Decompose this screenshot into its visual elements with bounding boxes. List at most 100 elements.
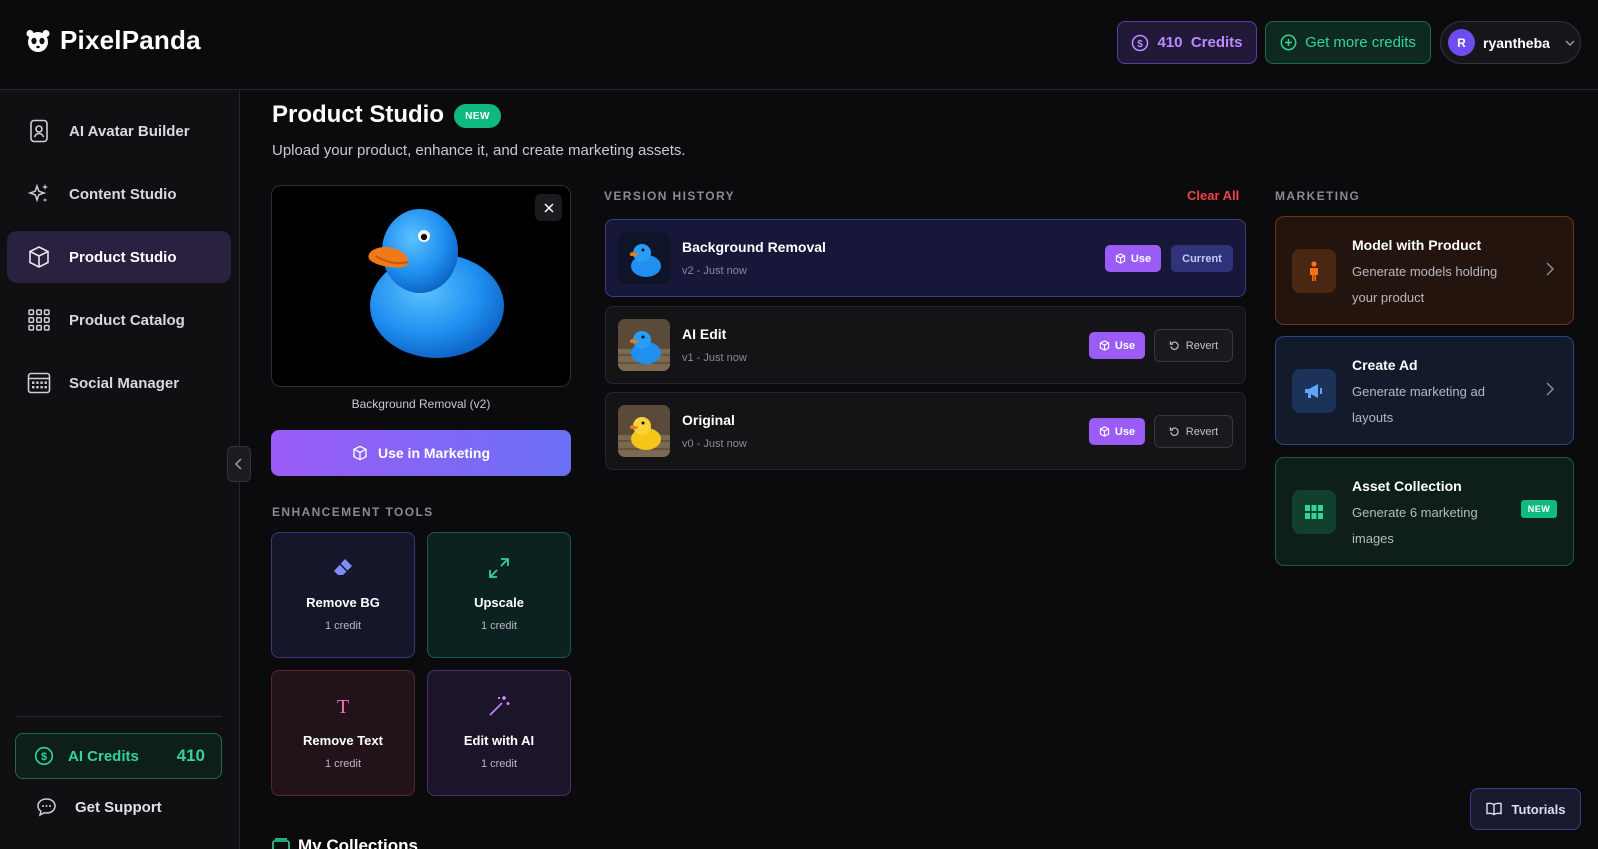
expand-icon: [486, 555, 512, 581]
ai-credits-button[interactable]: $ AI Credits 410: [15, 733, 222, 779]
marketing-card-desc: Generate models holding your product: [1352, 264, 1498, 305]
version-meta: v1 - Just now: [682, 352, 747, 364]
use-in-marketing-button[interactable]: Use in Marketing: [271, 430, 571, 476]
tool-cost: 1 credit: [480, 620, 518, 632]
grid-icon: [1292, 490, 1336, 534]
user-menu[interactable]: R ryantheba: [1440, 21, 1581, 64]
tool-cost: 1 credit: [324, 758, 362, 770]
ai-credits-label: AI Credits: [68, 747, 139, 765]
sidebar-item-content-studio[interactable]: Content Studio: [7, 168, 231, 220]
marketing-card-model-with-product[interactable]: Model with Product Generate models holdi…: [1275, 216, 1574, 325]
version-history-heading: VERSION HISTORY: [604, 189, 736, 203]
use-version-button[interactable]: Use: [1105, 245, 1161, 272]
sidebar-item-label: Social Manager: [69, 374, 180, 392]
svg-text:$: $: [1138, 39, 1144, 50]
revert-label: Revert: [1185, 425, 1219, 438]
tool-cost: 1 credit: [480, 758, 518, 770]
magic-wand-icon: [486, 693, 512, 719]
chevron-down-icon: [1565, 39, 1575, 46]
version-meta: v0 - Just now: [682, 438, 747, 450]
collapse-sidebar-button[interactable]: [227, 446, 251, 482]
username: ryantheba: [1483, 34, 1550, 51]
version-row[interactable]: AI Edit v1 - Just now Use Revert: [605, 306, 1246, 384]
version-row[interactable]: Background Removal v2 - Just now Use Cur…: [605, 219, 1246, 297]
marketing-card-desc: Generate marketing ad layouts: [1352, 384, 1485, 425]
revert-icon: [1169, 341, 1179, 350]
tool-edit-with-ai[interactable]: Edit with AI 1 credit: [427, 670, 571, 796]
marketing-card-create-ad[interactable]: Create Ad Generate marketing ad layouts: [1275, 336, 1574, 445]
revert-icon: [1169, 427, 1179, 436]
ai-credits-value: 410: [176, 746, 205, 765]
marketing-card-asset-collection[interactable]: Asset Collection Generate 6 marketing im…: [1275, 457, 1574, 566]
get-support-button[interactable]: Get Support: [36, 797, 162, 817]
version-name: AI Edit: [682, 326, 727, 342]
get-more-credits-label: Get more credits: [1305, 34, 1416, 51]
version-name: Original: [682, 412, 735, 428]
box-icon: [27, 245, 51, 269]
sidebar-item-ai-avatar-builder[interactable]: AI Avatar Builder: [7, 105, 231, 157]
layers-icon: [272, 838, 290, 849]
tool-name: Edit with AI: [463, 733, 535, 748]
use-label: Use: [1114, 425, 1136, 438]
page-subtitle: Upload your product, enhance it, and cre…: [272, 142, 686, 159]
version-row[interactable]: Original v0 - Just now Use Revert: [605, 392, 1246, 470]
person-icon: [1292, 249, 1336, 293]
marketing-heading: MARKETING: [1275, 189, 1361, 203]
coin-icon: $: [34, 746, 54, 766]
panda-logo-icon: [26, 29, 50, 52]
svg-text:T: T: [337, 696, 349, 718]
get-more-credits-button[interactable]: Get more credits: [1265, 21, 1431, 64]
eraser-icon: [330, 555, 356, 581]
close-icon: [543, 202, 554, 213]
revert-button[interactable]: Revert: [1154, 329, 1233, 362]
box-icon: [1099, 340, 1110, 351]
marketing-card-title: Asset Collection: [1352, 478, 1462, 494]
use-version-button[interactable]: Use: [1089, 332, 1145, 359]
remove-image-button[interactable]: [535, 194, 562, 221]
revert-label: Revert: [1185, 339, 1219, 352]
sidebar-item-label: AI Avatar Builder: [69, 122, 190, 140]
text-icon: T: [330, 693, 356, 719]
credits-button[interactable]: $ 410 Credits: [1117, 21, 1257, 64]
sidebar-item-social-manager[interactable]: Social Manager: [7, 357, 231, 409]
box-icon: [353, 445, 367, 461]
use-label: Use: [1114, 339, 1136, 352]
my-collections-title: My Collections: [298, 836, 418, 849]
clear-all-button[interactable]: Clear All: [1187, 188, 1239, 203]
current-badge: Current: [1171, 245, 1233, 272]
chevron-left-icon: [234, 458, 242, 470]
svg-text:$: $: [41, 751, 47, 763]
use-version-button[interactable]: Use: [1089, 418, 1145, 445]
chat-bubble-icon: [37, 798, 56, 817]
box-icon: [1099, 426, 1110, 437]
marketing-card-title: Create Ad: [1352, 357, 1418, 373]
id-badge-icon: [27, 119, 51, 143]
tool-remove-bg[interactable]: Remove BG 1 credit: [271, 532, 415, 658]
use-label: Use: [1130, 252, 1152, 265]
calendar-icon: [27, 371, 51, 395]
tool-name: Remove BG: [306, 595, 380, 610]
app-logo[interactable]: PixelPanda: [26, 25, 201, 56]
megaphone-icon: [1292, 369, 1336, 413]
sparkles-icon: [27, 182, 51, 206]
tutorials-button[interactable]: Tutorials: [1470, 788, 1581, 830]
version-thumbnail: [618, 319, 670, 371]
marketing-card-title: Model with Product: [1352, 237, 1482, 253]
sidebar-item-label: Product Catalog: [69, 311, 185, 329]
tool-upscale[interactable]: Upscale 1 credit: [427, 532, 571, 658]
plus-circle-icon: [1280, 34, 1297, 51]
revert-button[interactable]: Revert: [1154, 415, 1233, 448]
tool-cost: 1 credit: [324, 620, 362, 632]
chevron-right-icon: [1546, 262, 1555, 276]
chevron-right-icon: [1546, 382, 1555, 396]
product-image: [368, 209, 504, 358]
my-collections-heading: My Collections: [272, 836, 418, 849]
credits-label: 410 Credits: [1157, 34, 1243, 51]
tool-name: Remove Text: [303, 733, 383, 748]
box-icon: [1115, 253, 1126, 264]
grid-icon: [27, 308, 51, 332]
product-preview: [271, 185, 571, 387]
tool-remove-text[interactable]: T Remove Text 1 credit: [271, 670, 415, 796]
sidebar-item-product-studio[interactable]: Product Studio: [7, 231, 231, 283]
sidebar-item-product-catalog[interactable]: Product Catalog: [7, 294, 231, 346]
